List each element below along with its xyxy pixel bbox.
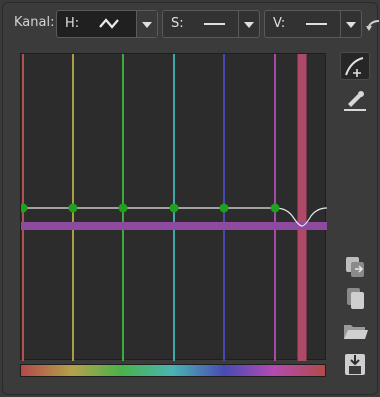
- curve-node[interactable]: [169, 203, 179, 213]
- channel-v-combo[interactable]: V:: [264, 10, 362, 38]
- curve-node[interactable]: [270, 203, 280, 213]
- curve-node[interactable]: [68, 203, 78, 213]
- save-icon: [345, 354, 365, 375]
- open-folder-icon: [344, 325, 368, 339]
- channel-s-dropdown[interactable]: [238, 11, 259, 37]
- reset-curve-button[interactable]: [364, 14, 380, 34]
- curve-graph-canvas[interactable]: [21, 54, 327, 361]
- reset-curve-icon: [366, 20, 380, 31]
- wave-curve-icon: [99, 18, 119, 29]
- paste-curve-icon: [347, 288, 364, 309]
- channel-toolbar: Kanal: H: S: V:: [8, 10, 380, 38]
- eyedropper-icon: [344, 91, 366, 111]
- channel-h-combo[interactable]: H:: [56, 10, 158, 38]
- channel-v-label: V:: [273, 16, 286, 31]
- open-curve-button[interactable]: [340, 316, 370, 344]
- curve-graph[interactable]: [20, 53, 327, 361]
- value-band: [21, 222, 327, 230]
- curve-node[interactable]: [219, 203, 229, 213]
- copy-curve-button[interactable]: [340, 252, 370, 280]
- curve-node[interactable]: [118, 203, 128, 213]
- eyedropper-button[interactable]: [340, 86, 370, 114]
- curve-node[interactable]: [21, 203, 28, 213]
- channel-s-label: S:: [171, 16, 184, 31]
- flat-curve-icon: [204, 23, 225, 25]
- chevron-down-icon: [346, 22, 356, 28]
- chevron-down-icon: [244, 22, 254, 28]
- save-curve-button[interactable]: [340, 350, 370, 378]
- flat-curve-icon: [306, 23, 327, 25]
- channel-v-dropdown[interactable]: [340, 11, 361, 37]
- channel-label: Kanal:: [14, 15, 55, 30]
- edit-curve-icon: [345, 57, 364, 77]
- paste-curve-button[interactable]: [340, 284, 370, 312]
- channel-h-label: H:: [65, 16, 80, 31]
- channel-h-dropdown[interactable]: [136, 11, 157, 37]
- channel-s-combo[interactable]: S:: [162, 10, 260, 38]
- edit-curve-button[interactable]: [340, 52, 370, 80]
- chevron-down-icon: [142, 22, 152, 28]
- copy-curve-icon: [346, 257, 364, 277]
- hue-spectrum-bar: [20, 364, 326, 377]
